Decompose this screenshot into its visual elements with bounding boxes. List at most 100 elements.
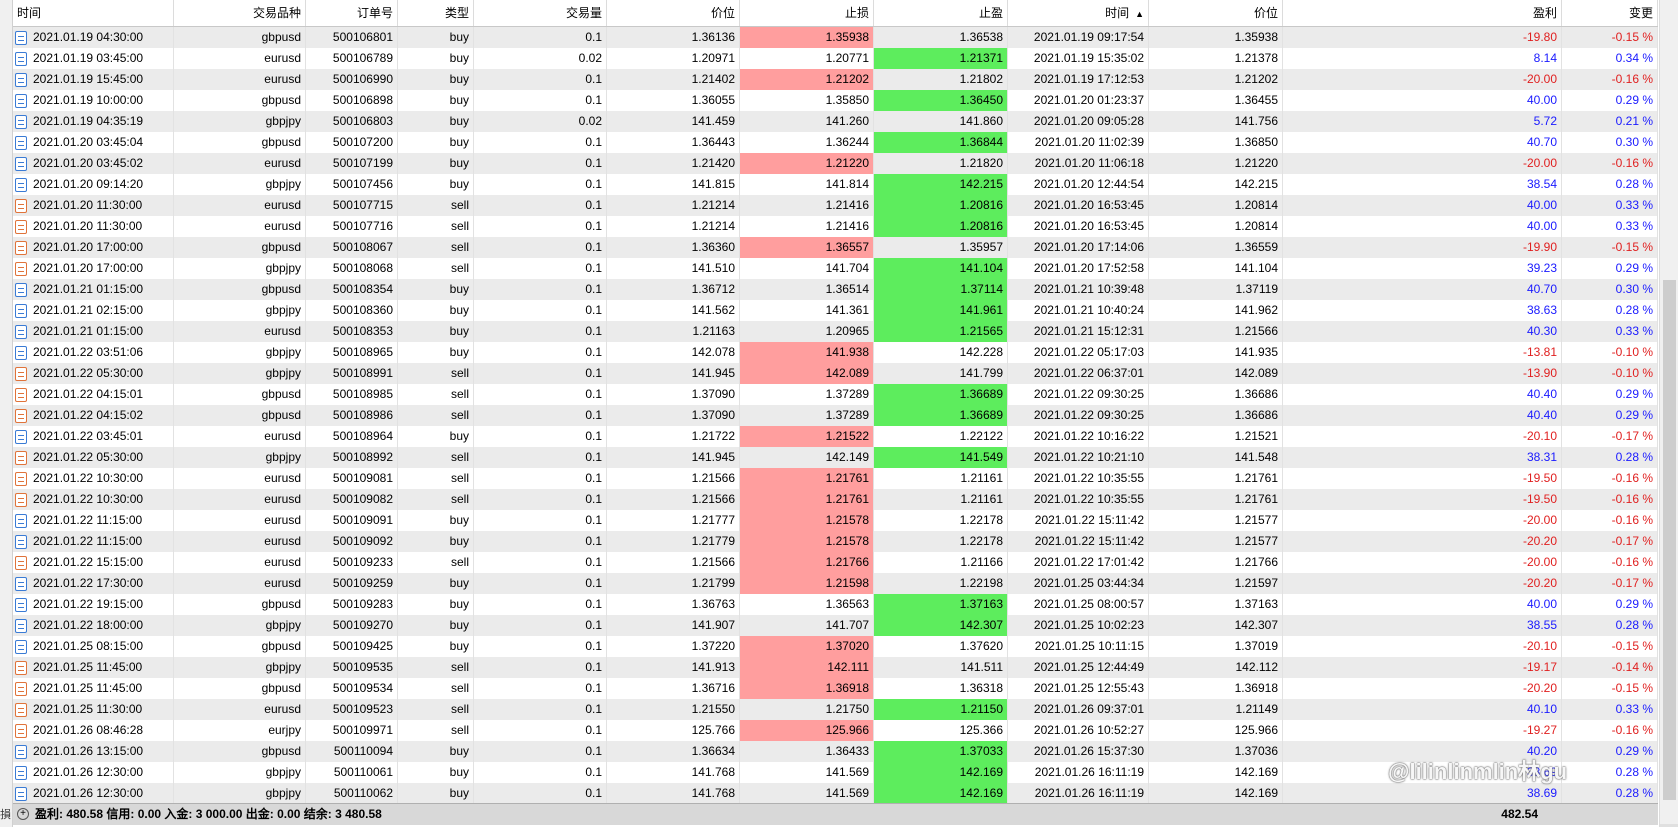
table-row[interactable]: 2021.01.22 05:30:00 gbpjpy 500108992 sell 0.…: [13, 447, 1658, 468]
table-row[interactable]: 2021.01.26 08:46:28 eurjpy 500109971 sell 0.…: [13, 720, 1658, 741]
col-header-change[interactable]: 变更: [1562, 0, 1658, 26]
cell-type: sell: [398, 678, 474, 699]
table-row[interactable]: 2021.01.20 11:30:00 eurusd 500107715 sell 0.…: [13, 195, 1658, 216]
cell-profit: 8.14: [1283, 48, 1562, 69]
cell-close-price: 141.935: [1149, 342, 1283, 363]
table-row[interactable]: 2021.01.19 15:45:00 eurusd 500106990 buy 0.1…: [13, 69, 1658, 90]
col-header-time[interactable]: 时间: [13, 0, 174, 26]
table-row[interactable]: 2021.01.25 11:45:00 gbpjpy 500109535 sell 0.…: [13, 657, 1658, 678]
table-row[interactable]: 2021.01.22 04:15:02 gbpusd 500108986 sell 0.…: [13, 405, 1658, 426]
table-row[interactable]: 2021.01.19 04:35:19 gbpjpy 500106803 buy 0.0…: [13, 111, 1658, 132]
watermark: @lilinlinmlin林gu: [1388, 759, 1568, 784]
cell-change: 0.33 %: [1562, 216, 1658, 237]
cell-time: 2021.01.21 02:15:00: [13, 300, 174, 321]
table-row[interactable]: 2021.01.20 17:00:00 gbpjpy 500108068 sell 0.…: [13, 258, 1658, 279]
cell-symbol: eurusd: [174, 531, 306, 552]
cell-profit: 40.40: [1283, 384, 1562, 405]
cell-price: 1.36634: [607, 741, 740, 762]
table-row[interactable]: 2021.01.25 08:15:00 gbpusd 500109425 buy 0.1…: [13, 636, 1658, 657]
cell-order: 500108992: [306, 447, 398, 468]
table-row[interactable]: 2021.01.22 18:00:00 gbpjpy 500109270 buy 0.1…: [13, 615, 1658, 636]
col-header-close-price[interactable]: 价位: [1149, 0, 1283, 26]
table-row[interactable]: 2021.01.22 10:30:00 eurusd 500109082 sell 0.…: [13, 489, 1658, 510]
table-row[interactable]: 2021.01.20 03:45:02 eurusd 500107199 buy 0.1…: [13, 153, 1658, 174]
cell-volume: 0.1: [474, 468, 607, 489]
cell-price: 1.21777: [607, 510, 740, 531]
cell-type: buy: [398, 27, 474, 48]
table-row[interactable]: 2021.01.22 04:15:01 gbpusd 500108985 sell 0.…: [13, 384, 1658, 405]
table-row[interactable]: 2021.01.20 17:00:00 gbpusd 500108067 sell 0.…: [13, 237, 1658, 258]
sell-order-icon: [15, 219, 27, 234]
cell-order: 500106990: [306, 69, 398, 90]
cell-time-text: 2021.01.22 19:15:00: [33, 597, 144, 611]
vertical-scrollbar[interactable]: [1659, 0, 1678, 827]
table-row[interactable]: 2021.01.21 01:15:00 gbpusd 500108354 buy 0.1…: [13, 279, 1658, 300]
col-header-profit[interactable]: 盈利: [1283, 0, 1562, 26]
cell-volume: 0.1: [474, 174, 607, 195]
table-row[interactable]: 2021.01.22 15:15:00 eurusd 500109233 sell 0.…: [13, 552, 1658, 573]
table-row[interactable]: 2021.01.22 11:15:00 eurusd 500109091 buy 0.1…: [13, 510, 1658, 531]
buy-order-icon: [15, 156, 27, 171]
buy-order-icon: [15, 597, 27, 612]
cell-sl: 1.35938: [740, 27, 874, 48]
cell-type: buy: [398, 321, 474, 342]
cell-time: 2021.01.19 10:00:00: [13, 90, 174, 111]
cell-close-price: 1.36686: [1149, 384, 1283, 405]
table-row[interactable]: 2021.01.26 12:30:00 gbpjpy 500110062 buy 0.1…: [13, 783, 1658, 804]
col-header-tp[interactable]: 止盈: [874, 0, 1008, 26]
table-row[interactable]: 2021.01.22 11:15:00 eurusd 500109092 buy 0.1…: [13, 531, 1658, 552]
table-row[interactable]: 2021.01.20 03:45:04 gbpusd 500107200 buy 0.1…: [13, 132, 1658, 153]
table-row[interactable]: 2021.01.22 03:45:01 eurusd 500108964 buy 0.1…: [13, 426, 1658, 447]
table-row[interactable]: 2021.01.25 11:45:00 gbpusd 500109534 sell 0.…: [13, 678, 1658, 699]
cell-price: 1.21779: [607, 531, 740, 552]
cell-time: 2021.01.19 04:35:19: [13, 111, 174, 132]
col-header-price[interactable]: 价位: [607, 0, 740, 26]
table-row[interactable]: 2021.01.20 09:14:20 gbpjpy 500107456 buy 0.1…: [13, 174, 1658, 195]
table-row[interactable]: 2021.01.22 03:51:06 gbpjpy 500108965 buy 0.1…: [13, 342, 1658, 363]
cell-change: -0.10 %: [1562, 342, 1658, 363]
cell-tp: 1.21161: [874, 468, 1008, 489]
trade-history-window: 时间 交易品种 订单号 类型 交易量 价位 止损 止盈 时间 ▲ 价位 盈利 变更…: [0, 0, 1678, 827]
cell-time-text: 2021.01.26 12:30:00: [33, 786, 144, 800]
table-row[interactable]: 2021.01.19 04:30:00 gbpusd 500106801 buy 0.1…: [13, 27, 1658, 48]
cell-symbol: eurusd: [174, 573, 306, 594]
cell-type: buy: [398, 426, 474, 447]
col-header-order[interactable]: 订单号: [306, 0, 398, 26]
cell-price: 1.37090: [607, 384, 740, 405]
col-header-symbol[interactable]: 交易品种: [174, 0, 306, 26]
cell-change: -0.14 %: [1562, 657, 1658, 678]
table-row[interactable]: 2021.01.22 05:30:00 gbpjpy 500108991 sell 0.…: [13, 363, 1658, 384]
cell-price: 141.768: [607, 762, 740, 783]
table-row[interactable]: 2021.01.22 10:30:00 eurusd 500109081 sell 0.…: [13, 468, 1658, 489]
cell-type: buy: [398, 573, 474, 594]
cell-tp: 142.169: [874, 783, 1008, 804]
cell-type: sell: [398, 237, 474, 258]
scrollbar-thumb[interactable]: [1663, 280, 1676, 800]
cell-sl: 1.36514: [740, 279, 874, 300]
cell-profit: -19.50: [1283, 489, 1562, 510]
table-row[interactable]: 2021.01.19 03:45:00 eurusd 500106789 buy 0.0…: [13, 48, 1658, 69]
table-row[interactable]: 2021.01.21 02:15:00 gbpjpy 500108360 buy 0.1…: [13, 300, 1658, 321]
table-row[interactable]: 2021.01.19 10:00:00 gbpusd 500106898 buy 0.1…: [13, 90, 1658, 111]
cell-close-time: 2021.01.22 05:17:03: [1008, 342, 1149, 363]
table-row[interactable]: 2021.01.20 11:30:00 eurusd 500107716 sell 0.…: [13, 216, 1658, 237]
cell-price: 1.20971: [607, 48, 740, 69]
col-header-close-time[interactable]: 时间 ▲: [1008, 0, 1149, 26]
col-header-type[interactable]: 类型: [398, 0, 474, 26]
cell-close-price: 141.962: [1149, 300, 1283, 321]
cell-sl: 141.361: [740, 300, 874, 321]
cell-sl: 1.21202: [740, 69, 874, 90]
cell-volume: 0.1: [474, 573, 607, 594]
col-header-volume[interactable]: 交易量: [474, 0, 607, 26]
table-row[interactable]: 2021.01.25 11:30:00 eurusd 500109523 sell 0.…: [13, 699, 1658, 720]
cell-sl: 1.21750: [740, 699, 874, 720]
col-header-sl[interactable]: 止损: [740, 0, 874, 26]
expand-plus-icon[interactable]: +: [17, 808, 29, 820]
table-row[interactable]: 2021.01.21 01:15:00 eurusd 500108353 buy 0.1…: [13, 321, 1658, 342]
cell-type: buy: [398, 510, 474, 531]
cell-change: -0.15 %: [1562, 636, 1658, 657]
table-row[interactable]: 2021.01.22 17:30:00 eurusd 500109259 buy 0.1…: [13, 573, 1658, 594]
table-row[interactable]: 2021.01.22 19:15:00 gbpusd 500109283 buy 0.1…: [13, 594, 1658, 615]
cell-sl: 1.21761: [740, 468, 874, 489]
cell-symbol: eurusd: [174, 468, 306, 489]
